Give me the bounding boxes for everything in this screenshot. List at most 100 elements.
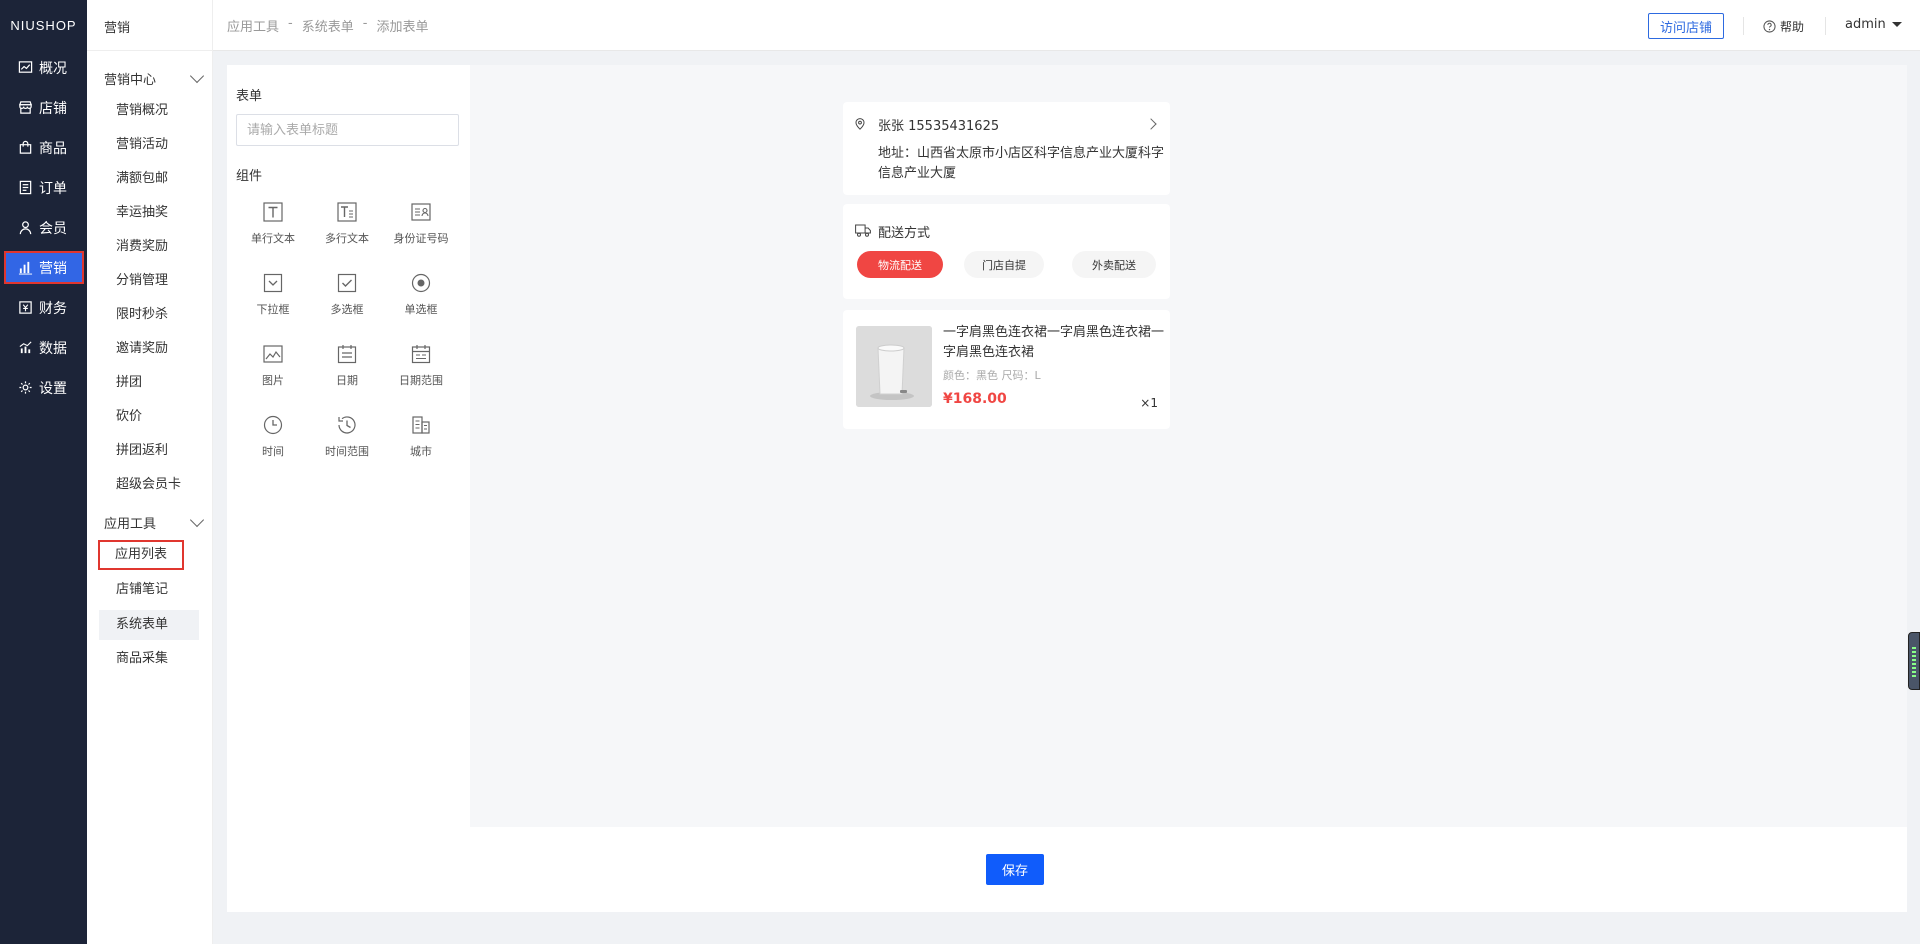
order-icon <box>19 180 32 195</box>
sub-item[interactable]: 分销管理 <box>99 266 199 296</box>
nav-item-label: 设置 <box>39 380 67 397</box>
nav-item-label: 商品 <box>39 140 67 157</box>
username: admin <box>1845 17 1886 32</box>
address-card[interactable]: 张张 15535431625 地址：山西省太原市小店区科字信息产业大厦科字信息产… <box>843 102 1170 195</box>
component-city[interactable]: 城市 <box>384 407 458 465</box>
breadcrumb: 应用工具 - 系统表单 - 添加表单 <box>227 16 428 35</box>
nav-item-finance[interactable]: 财务 <box>6 293 82 322</box>
component-label: 下拉框 <box>256 303 290 316</box>
nav-item-label: 数据 <box>39 340 67 357</box>
form-settings-panel: 表单 组件 单行文本 多行文本 身份证号码 下拉框 <box>227 65 470 827</box>
brand-logo: NIUSHOP <box>10 18 77 33</box>
component-id-number[interactable]: 身份证号码 <box>384 194 458 252</box>
component-label: 单行文本 <box>251 232 295 245</box>
component-date-range[interactable]: 日期范围 <box>384 336 458 394</box>
radio-icon <box>411 273 431 293</box>
component-multi-text[interactable]: 多行文本 <box>310 194 384 252</box>
sub-item[interactable]: 幸运抽奖 <box>99 198 199 228</box>
chevron-down-icon <box>189 512 205 528</box>
chevron-down-icon <box>189 68 205 84</box>
receiver-address: 地址：山西省太原市小店区科字信息产业大厦科字信息产业大厦 <box>878 146 1165 181</box>
nav-item-settings[interactable]: 设置 <box>6 373 82 402</box>
shop-icon <box>19 101 32 114</box>
sub-item[interactable]: 消费奖励 <box>99 232 199 262</box>
visit-shop-button[interactable]: 访问店铺 <box>1648 13 1724 39</box>
group-label: 营销中心 <box>104 73 157 88</box>
sub-item[interactable]: 限时秒杀 <box>99 300 199 330</box>
divider <box>1825 17 1826 35</box>
help-link[interactable]: 帮助 <box>1763 18 1804 35</box>
sub-item[interactable]: 满额包邮 <box>99 164 199 194</box>
nav-item-member[interactable]: 会员 <box>6 213 82 242</box>
nav-item-marketing[interactable]: 营销 <box>4 251 84 284</box>
breadcrumb-item[interactable]: 系统表单 <box>302 16 354 35</box>
sub-item-app-list[interactable]: 应用列表 <box>98 540 184 570</box>
product-name: 一字肩黑色连衣裙一字肩黑色连衣裙一字肩黑色连衣裙 <box>943 325 1165 360</box>
group-marketing-center[interactable]: 营销中心 <box>104 68 205 88</box>
sub-item[interactable]: 拼团 <box>99 368 199 398</box>
shipping-option-pickup[interactable]: 门店自提 <box>964 251 1044 278</box>
breadcrumb-separator: - <box>288 16 293 31</box>
component-select[interactable]: 下拉框 <box>236 265 310 323</box>
breadcrumb-item: 添加表单 <box>376 20 429 35</box>
component-label: 时间 <box>262 445 284 458</box>
product-spec: 颜色：黑色 尺码：L <box>943 369 1041 382</box>
component-time[interactable]: 时间 <box>236 407 310 465</box>
gear-icon <box>19 381 32 394</box>
component-label: 日期范围 <box>399 374 443 387</box>
side-drawer-handle[interactable] <box>1908 632 1920 690</box>
nav-item-order[interactable]: 订单 <box>6 173 82 202</box>
save-button[interactable]: 保存 <box>986 854 1044 885</box>
component-radio[interactable]: 单选框 <box>384 265 458 323</box>
caret-down-icon <box>1891 22 1902 27</box>
data-icon <box>19 341 32 354</box>
group-app-tools[interactable]: 应用工具 <box>104 512 205 532</box>
grip-icon <box>1912 647 1916 677</box>
component-label: 城市 <box>410 445 432 458</box>
shipping-option-logistics[interactable]: 物流配送 <box>857 251 943 278</box>
nav-item-label: 财务 <box>39 300 67 317</box>
product-image <box>856 326 932 407</box>
form-title-input[interactable] <box>236 114 459 146</box>
shipping-card: 配送方式 物流配送 门店自提 外卖配送 <box>843 204 1170 299</box>
bag-icon <box>19 140 32 154</box>
group-label: 应用工具 <box>104 517 157 532</box>
sub-item[interactable]: 拼团返利 <box>99 436 199 466</box>
shipping-option-delivery[interactable]: 外卖配送 <box>1072 251 1156 278</box>
sub-item[interactable]: 营销概况 <box>99 96 199 126</box>
main-sidebar: NIUSHOP 概况 店铺 商品 订单 会员 营销 财务 数据 设置 <box>0 0 87 944</box>
component-time-range[interactable]: 时间范围 <box>310 407 384 465</box>
breadcrumb-item[interactable]: 应用工具 <box>227 16 279 35</box>
component-checkbox[interactable]: 多选框 <box>310 265 384 323</box>
component-single-text[interactable]: 单行文本 <box>236 194 310 252</box>
sub-item[interactable]: 商品采集 <box>99 644 199 674</box>
sub-item[interactable]: 超级会员卡 <box>99 470 199 500</box>
time-range-icon <box>338 416 356 434</box>
calendar-icon <box>337 345 357 364</box>
product-card: 一字肩黑色连衣裙一字肩黑色连衣裙一字肩黑色连衣裙 颜色：黑色 尺码：L ¥168… <box>843 310 1170 429</box>
nav-item-overview[interactable]: 概况 <box>6 53 82 82</box>
help-icon <box>1763 20 1776 33</box>
nav-item-shop[interactable]: 店铺 <box>6 93 82 122</box>
component-label: 时间范围 <box>325 445 369 458</box>
component-date[interactable]: 日期 <box>310 336 384 394</box>
sub-item[interactable]: 营销活动 <box>99 130 199 160</box>
nav-item-goods[interactable]: 商品 <box>6 133 82 162</box>
image-icon <box>263 345 283 363</box>
calendar-range-icon <box>411 345 431 364</box>
user-menu[interactable]: admin <box>1845 17 1902 32</box>
text-icon <box>263 202 283 222</box>
product-quantity: ×1 <box>1140 396 1158 410</box>
sub-item[interactable]: 邀请奖励 <box>99 334 199 364</box>
sub-item[interactable]: 店铺笔记 <box>99 575 199 605</box>
city-icon <box>412 416 430 434</box>
receiver-name-phone: 张张 15535431625 <box>878 119 1000 134</box>
sub-item[interactable]: 砍价 <box>99 402 199 432</box>
component-image[interactable]: 图片 <box>236 336 310 394</box>
nav-item-label: 店铺 <box>39 100 67 117</box>
sub-item-system-form[interactable]: 系统表单 <box>99 610 199 640</box>
nav-item-data[interactable]: 数据 <box>6 333 82 362</box>
help-label: 帮助 <box>1780 20 1805 34</box>
id-card-icon <box>411 203 431 221</box>
component-label: 多选框 <box>330 303 364 316</box>
